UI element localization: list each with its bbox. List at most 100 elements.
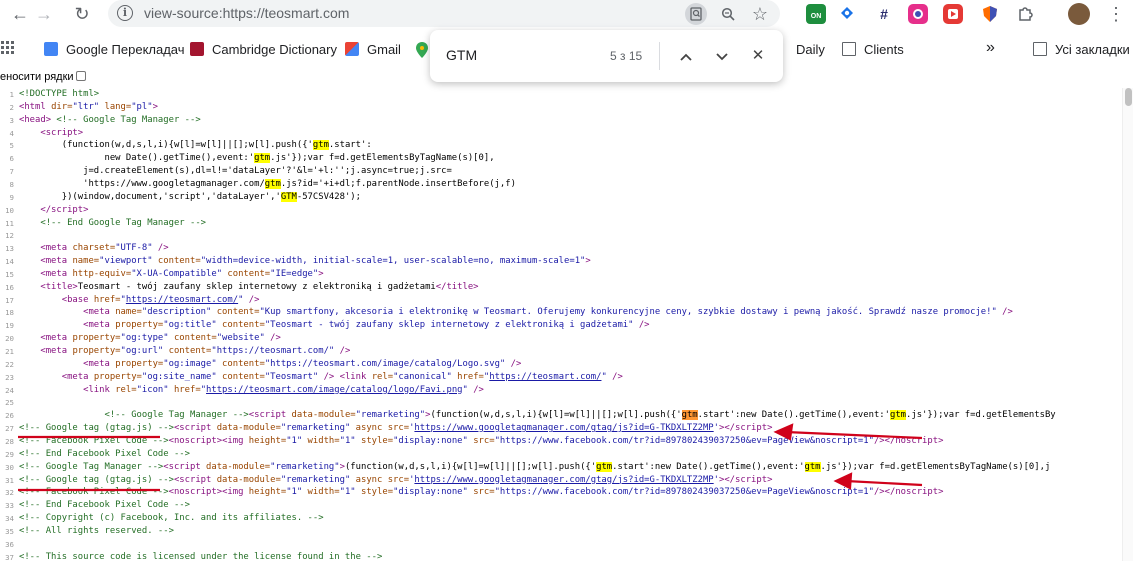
address-url[interactable]: view-source:https://teosmart.com xyxy=(144,5,349,21)
browser-menu-icon[interactable]: ⋮ xyxy=(1104,2,1128,26)
line-number: 27 xyxy=(5,424,14,434)
line-number: 33 xyxy=(5,501,14,511)
profile-avatar[interactable] xyxy=(1068,3,1090,25)
line-number: 8 xyxy=(9,179,14,189)
line-number: 12 xyxy=(5,231,14,241)
source-line: <html dir="ltr" lang="pl"> xyxy=(19,101,158,112)
source-line: <meta name="viewport" content="width=dev… xyxy=(40,256,591,267)
bookmark-star-icon[interactable]: ☆ xyxy=(749,3,771,25)
line-number: 15 xyxy=(5,269,14,279)
line-number: 14 xyxy=(5,257,14,267)
extension-slack-icon[interactable]: # xyxy=(874,4,894,24)
zoom-icon[interactable] xyxy=(717,3,739,25)
bookmark-cambridge-dictionary[interactable]: Cambridge Dictionary xyxy=(190,42,337,57)
source-line: </script> xyxy=(40,204,89,215)
line-number: 18 xyxy=(5,308,14,318)
search-page-icon[interactable] xyxy=(685,3,707,25)
more-bookmarks-button[interactable]: » xyxy=(986,39,995,57)
address-bar[interactable]: i view-source:https://teosmart.com ☆ xyxy=(108,0,780,27)
source-line: <meta name="description" content="Kup sm… xyxy=(83,307,1013,318)
scrollbar-thumb[interactable] xyxy=(1125,88,1132,106)
line-number: 29 xyxy=(5,449,14,459)
vertical-scrollbar[interactable] xyxy=(1122,88,1133,561)
find-in-page-bar: GTM 5 з 15 ✕ xyxy=(430,30,783,82)
source-line: new Date().getTime(),event:'gtm.js'});va… xyxy=(19,153,495,164)
source-line: <meta property="og:type" content="websit… xyxy=(40,333,281,344)
browser-toolbar: ← → ↻ i view-source:https://teosmart.com… xyxy=(0,0,1133,28)
source-line: <!-- Copyright (c) Facebook, Inc. and it… xyxy=(19,513,324,524)
line-number: 6 xyxy=(9,154,14,164)
line-number: 3 xyxy=(9,115,14,125)
line-number: 34 xyxy=(5,514,14,524)
source-line: <link rel="icon" href="https://teosmart.… xyxy=(83,384,484,395)
line-number: 32 xyxy=(5,488,14,498)
bookmark-folder-clients[interactable]: Clients xyxy=(842,42,904,57)
find-input[interactable]: GTM xyxy=(446,47,477,63)
source-line: <!-- End Google Tag Manager --> xyxy=(40,217,207,228)
find-close-icon[interactable]: ✕ xyxy=(746,44,770,68)
extension-play-icon[interactable] xyxy=(943,4,963,24)
source-line: <meta property="og:title" content="Teosm… xyxy=(83,320,650,331)
line-number: 16 xyxy=(5,282,14,292)
find-divider xyxy=(659,42,660,70)
bookmark-google-translate[interactable]: Google Перекладач xyxy=(44,42,185,57)
bookmark-daily[interactable]: Daily xyxy=(796,42,825,57)
extensions-puzzle-icon[interactable] xyxy=(1016,4,1036,24)
source-line: <!-- End Facebook Pixel Code --> xyxy=(19,448,190,459)
find-previous-icon[interactable] xyxy=(674,44,698,68)
line-number: 2 xyxy=(9,102,14,112)
forward-icon[interactable]: → xyxy=(32,2,56,26)
find-next-icon[interactable] xyxy=(710,44,734,68)
gmail-icon xyxy=(345,42,359,56)
wrap-lines-label: еносити рядки xyxy=(0,71,74,83)
source-code-view: 1 <!DOCTYPE html> 2 <html dir="ltr" lang="p… xyxy=(0,88,1122,561)
line-number: 37 xyxy=(5,552,14,561)
extension-color-icon[interactable] xyxy=(908,4,928,24)
apps-icon[interactable] xyxy=(0,40,16,59)
source-line: <!-- Facebook Pixel Code --><noscript><i… xyxy=(19,435,944,446)
source-line: <meta http-equiv="X-UA-Compatible" conte… xyxy=(40,268,324,279)
line-number: 25 xyxy=(5,398,14,408)
source-line: <title>Teosmart - twój zaufany sklep int… xyxy=(40,281,479,292)
source-line: (function(w,d,s,l,i){w[l]=w[l]||[];w[l].… xyxy=(19,140,372,151)
bookmark-gmail[interactable]: Gmail xyxy=(345,42,401,57)
wrap-lines-checkbox[interactable] xyxy=(75,71,86,81)
cambridge-icon xyxy=(190,42,204,56)
line-number: 17 xyxy=(5,295,14,305)
line-number: 36 xyxy=(5,539,14,549)
line-number: 5 xyxy=(9,141,14,151)
line-number: 24 xyxy=(5,385,14,395)
source-line: <!-- Facebook Pixel Code --><noscript><i… xyxy=(19,487,944,498)
line-number: 22 xyxy=(5,359,14,369)
source-line: <!-- All rights reserved. --> xyxy=(19,525,174,536)
source-line: <!DOCTYPE html> xyxy=(19,89,100,99)
line-number: 26 xyxy=(5,411,14,421)
extension-on-icon[interactable]: ON xyxy=(806,4,826,24)
back-icon[interactable]: ← xyxy=(8,2,32,26)
source-line: <script> xyxy=(40,127,84,138)
maps-icon[interactable] xyxy=(416,42,428,61)
line-number: 4 xyxy=(9,128,14,138)
source-line: <base href="https://teosmart.com/" /> xyxy=(61,294,260,305)
source-line: <meta property="og:image" content="https… xyxy=(83,358,522,369)
source-line: })(window,document,'script','dataLayer',… xyxy=(19,191,361,202)
source-line: <!-- Google Tag Manager --><script data-… xyxy=(104,410,1056,421)
line-number: 35 xyxy=(5,526,14,536)
source-line: <!-- Google tag (gtag.js) --><script dat… xyxy=(19,423,773,434)
reload-icon[interactable]: ↻ xyxy=(70,2,94,26)
source-line: <!-- This source code is licensed under … xyxy=(19,551,383,561)
line-number: 30 xyxy=(5,462,14,472)
source-line: j=d.createElement(s),dl=l!='dataLayer'?'… xyxy=(19,166,452,177)
line-number: 11 xyxy=(5,218,14,228)
source-line: <meta charset="UTF-8" /> xyxy=(40,243,169,254)
site-info-icon[interactable]: i xyxy=(117,5,133,21)
line-number: 10 xyxy=(5,205,14,215)
source-line: <meta property="og:site_name" content="T… xyxy=(61,371,623,382)
wrap-lines-option: еносити рядки xyxy=(0,71,86,85)
source-line: <!-- End Facebook Pixel Code --> xyxy=(19,500,190,511)
line-number: 20 xyxy=(5,334,14,344)
extension-shield-icon[interactable] xyxy=(980,4,1000,24)
extension-tag-icon[interactable] xyxy=(837,4,857,24)
line-number: 28 xyxy=(5,436,14,446)
all-bookmarks-folder[interactable]: Усі закладки xyxy=(1033,42,1130,57)
